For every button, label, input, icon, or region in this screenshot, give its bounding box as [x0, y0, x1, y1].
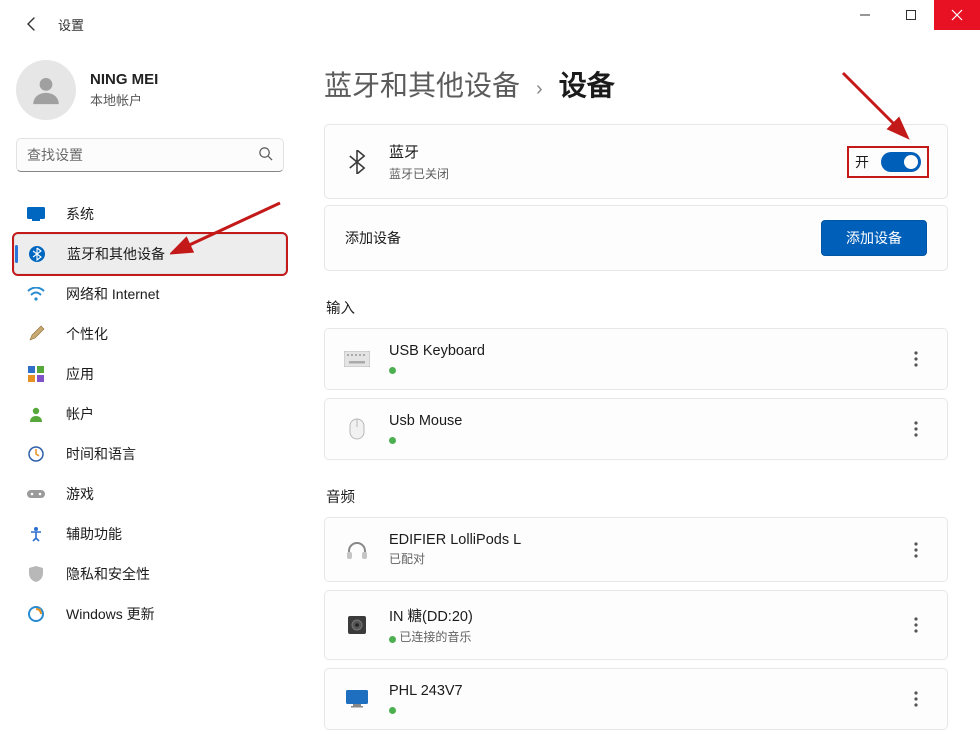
sidebar-item-label: 应用	[66, 364, 94, 384]
sidebar-item-gaming[interactable]: 游戏	[14, 474, 286, 514]
display-icon	[26, 204, 46, 224]
section-label-audio: 音频	[326, 486, 948, 507]
back-button[interactable]	[16, 8, 48, 40]
device-name: EDIFIER LolliPods L	[389, 532, 905, 548]
sidebar-item-apps[interactable]: 应用	[14, 354, 286, 394]
minimize-button[interactable]	[842, 0, 888, 30]
shield-icon	[26, 564, 46, 584]
main-content: 蓝牙和其他设备 › 设备 蓝牙 蓝牙已关闭 开 添加设备 添加设备 输入	[300, 48, 980, 736]
breadcrumb-current: 设备	[559, 64, 615, 104]
sidebar-item-label: Windows 更新	[66, 604, 155, 624]
sidebar-item-time-language[interactable]: 时间和语言	[14, 434, 286, 474]
sidebar-item-label: 网络和 Internet	[66, 284, 159, 304]
sidebar-item-accounts[interactable]: 帐户	[14, 394, 286, 434]
bluetooth-toggle[interactable]	[881, 152, 921, 172]
bluetooth-title: 蓝牙	[389, 141, 849, 162]
gamepad-icon	[26, 484, 46, 504]
more-options-button[interactable]	[905, 413, 927, 445]
status-dot-online	[389, 636, 396, 643]
keyboard-icon	[343, 345, 371, 373]
mouse-icon	[343, 415, 371, 443]
search-icon	[258, 146, 273, 164]
search-box[interactable]	[16, 138, 284, 172]
device-row-headphones[interactable]: EDIFIER LolliPods L 已配对	[324, 517, 948, 582]
add-device-row: 添加设备 添加设备	[324, 205, 948, 271]
accessibility-icon	[26, 524, 46, 544]
profile-name: NING MEI	[90, 71, 158, 88]
toggle-label: 开	[855, 152, 869, 172]
apps-icon	[26, 364, 46, 384]
maximize-button[interactable]	[888, 0, 934, 30]
status-dot-online	[389, 437, 396, 444]
device-name: USB Keyboard	[389, 343, 905, 359]
sidebar-item-privacy-security[interactable]: 隐私和安全性	[14, 554, 286, 594]
update-icon	[26, 604, 46, 624]
device-name: Usb Mouse	[389, 413, 905, 429]
bluetooth-icon	[343, 150, 371, 174]
device-row-keyboard[interactable]: USB Keyboard	[324, 328, 948, 390]
device-status: 已连接的音乐	[399, 630, 471, 644]
device-name: IN 糖(DD:20)	[389, 605, 905, 626]
speaker-icon	[343, 611, 371, 639]
sidebar-item-label: 帐户	[66, 404, 94, 424]
sidebar-item-personalization[interactable]: 个性化	[14, 314, 286, 354]
titlebar: 设置	[0, 0, 980, 48]
sidebar: NING MEI 本地帐户 系统 蓝牙和其他设备	[0, 48, 300, 736]
sidebar-item-system[interactable]: 系统	[14, 194, 286, 234]
device-row-speaker[interactable]: IN 糖(DD:20) 已连接的音乐	[324, 590, 948, 660]
sidebar-item-label: 系统	[66, 204, 94, 224]
sidebar-item-label: 个性化	[66, 324, 108, 344]
chevron-right-icon: ›	[536, 78, 543, 101]
window-title: 设置	[58, 15, 84, 34]
person-icon	[26, 404, 46, 424]
sidebar-item-bluetooth-devices[interactable]: 蓝牙和其他设备	[14, 234, 286, 274]
breadcrumb-parent[interactable]: 蓝牙和其他设备	[324, 64, 520, 104]
status-dot-online	[389, 367, 396, 374]
section-label-input: 输入	[326, 297, 948, 318]
headphones-icon	[343, 536, 371, 564]
more-options-button[interactable]	[905, 683, 927, 715]
add-device-label: 添加设备	[345, 228, 401, 248]
device-name: PHL 243V7	[389, 683, 905, 699]
window-controls	[842, 0, 980, 30]
sidebar-item-label: 辅助功能	[66, 524, 122, 544]
search-input[interactable]	[27, 147, 258, 163]
bluetooth-icon	[27, 244, 47, 264]
wifi-icon	[26, 284, 46, 304]
sidebar-item-label: 游戏	[66, 484, 94, 504]
device-status: 已配对	[389, 550, 905, 567]
sidebar-item-label: 隐私和安全性	[66, 564, 150, 584]
profile-sub: 本地帐户	[90, 90, 158, 109]
bluetooth-toggle-area: 开	[849, 148, 927, 176]
more-options-button[interactable]	[905, 343, 927, 375]
sidebar-item-accessibility[interactable]: 辅助功能	[14, 514, 286, 554]
breadcrumb: 蓝牙和其他设备 › 设备	[324, 64, 948, 104]
status-dot-online	[389, 707, 396, 714]
sidebar-item-network[interactable]: 网络和 Internet	[14, 274, 286, 314]
close-button[interactable]	[934, 0, 980, 30]
avatar	[16, 60, 76, 120]
bluetooth-card: 蓝牙 蓝牙已关闭 开	[324, 124, 948, 199]
bluetooth-sub: 蓝牙已关闭	[389, 165, 849, 182]
device-row-mouse[interactable]: Usb Mouse	[324, 398, 948, 460]
sidebar-item-label: 时间和语言	[66, 444, 136, 464]
add-device-button[interactable]: 添加设备	[821, 220, 927, 256]
globe-clock-icon	[26, 444, 46, 464]
monitor-icon	[343, 685, 371, 713]
profile-block[interactable]: NING MEI 本地帐户	[16, 60, 288, 120]
more-options-button[interactable]	[905, 534, 927, 566]
brush-icon	[26, 324, 46, 344]
sidebar-item-windows-update[interactable]: Windows 更新	[14, 594, 286, 634]
sidebar-item-label: 蓝牙和其他设备	[67, 244, 165, 264]
device-row-monitor[interactable]: PHL 243V7	[324, 668, 948, 730]
more-options-button[interactable]	[905, 609, 927, 641]
